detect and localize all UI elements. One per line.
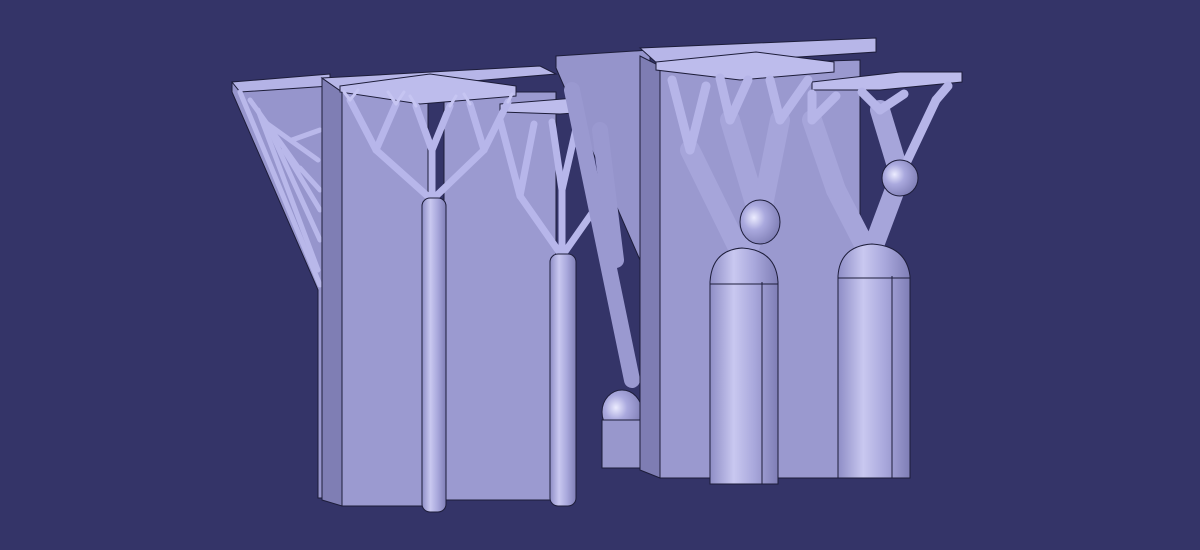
right-block-side xyxy=(639,55,661,479)
left-block-front-2 xyxy=(443,91,557,501)
3d-scene[interactable] xyxy=(0,0,1200,550)
left-column-2 xyxy=(549,253,577,507)
left-column-1 xyxy=(421,197,447,513)
3d-viewport[interactable] xyxy=(0,0,1200,550)
left-block-side xyxy=(321,77,343,507)
right-tree-2-joint xyxy=(881,159,919,197)
right-tree-1-joint xyxy=(739,199,781,245)
right-wing-foot-base xyxy=(601,419,643,469)
right-column-1 xyxy=(709,247,779,485)
right-column-2 xyxy=(837,243,911,479)
